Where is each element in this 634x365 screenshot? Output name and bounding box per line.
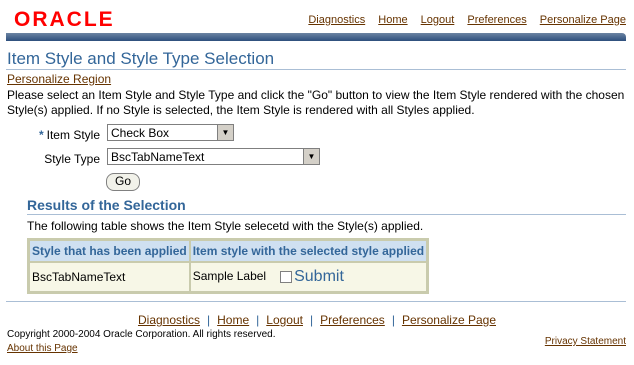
item-style-row: * Item Style Check Box ▼ xyxy=(0,124,634,142)
style-type-select[interactable]: BscTabNameText ▼ xyxy=(107,148,320,165)
global-link-preferences[interactable]: Preferences xyxy=(467,14,526,26)
footer-divider xyxy=(6,301,626,302)
footer-link-home[interactable]: Home xyxy=(217,313,249,327)
table-header-row: Style that has been applied Item style w… xyxy=(30,241,427,261)
results-table: Style that has been applied Item style w… xyxy=(27,238,430,294)
item-style-label: Item Style xyxy=(46,128,100,142)
footer-link-logout[interactable]: Logout xyxy=(266,313,303,327)
copyright-text: Copyright 2000-2004 Oracle Corporation. … xyxy=(7,329,276,340)
global-link-personalize-page[interactable]: Personalize Page xyxy=(540,14,626,26)
footer-link-preferences[interactable]: Preferences xyxy=(320,313,385,327)
column-header-style-applied: Style that has been applied xyxy=(30,241,189,261)
global-link-home[interactable]: Home xyxy=(378,14,407,26)
privacy-statement-link[interactable]: Privacy Statement xyxy=(545,336,626,348)
footer-separator: | xyxy=(256,313,260,327)
cell-item-style-sample: Sample Label Submit xyxy=(190,263,427,291)
dropdown-arrow-icon[interactable]: ▼ xyxy=(303,149,319,164)
header-bar xyxy=(6,33,626,41)
style-type-value: BscTabNameText xyxy=(111,150,205,164)
results-divider xyxy=(27,214,626,215)
personalize-region-link[interactable]: Personalize Region xyxy=(7,72,111,87)
results-heading: Results of the Selection xyxy=(27,197,186,213)
footer-link-personalize-page[interactable]: Personalize Page xyxy=(402,313,496,327)
dropdown-arrow-icon[interactable]: ▼ xyxy=(217,125,233,140)
results-description: The following table shows the Item Style… xyxy=(27,219,424,233)
column-header-item-style: Item style with the selected style appli… xyxy=(190,241,427,261)
checkbox[interactable] xyxy=(280,271,293,283)
instructions-text: Please select an Item Style and Style Ty… xyxy=(7,88,625,117)
oracle-logo: ORACLE xyxy=(14,8,115,31)
title-divider xyxy=(6,69,626,70)
item-style-label-wrap: * Item Style xyxy=(39,127,100,143)
style-type-row: Style Type BscTabNameText ▼ xyxy=(0,148,634,166)
footer-separator: | xyxy=(391,313,395,327)
footer-separator: | xyxy=(309,313,314,327)
footer-link-diagnostics[interactable]: Diagnostics xyxy=(138,313,200,327)
cell-style-name: BscTabNameText xyxy=(30,263,189,291)
footer-separator: | xyxy=(207,313,211,327)
item-style-value: Check Box xyxy=(111,126,170,140)
global-link-logout[interactable]: Logout xyxy=(421,14,455,26)
style-type-label: Style Type xyxy=(44,152,100,166)
global-links: Diagnostics Home Logout Preferences Pers… xyxy=(298,13,626,27)
submit-label[interactable]: Submit xyxy=(294,268,344,285)
about-page-link[interactable]: About this Page xyxy=(7,343,78,355)
sample-label: Sample Label xyxy=(192,269,267,284)
footer-links: Diagnostics | Home | Logout | Preferences | Pers… xyxy=(0,313,634,328)
go-button[interactable]: Go xyxy=(106,173,140,191)
required-icon: * xyxy=(38,128,44,142)
item-style-select[interactable]: Check Box ▼ xyxy=(107,124,234,141)
global-link-diagnostics[interactable]: Diagnostics xyxy=(308,14,365,26)
table-row: BscTabNameText Sample Label Submit xyxy=(30,263,427,291)
page-title: Item Style and Style Type Selection xyxy=(7,49,275,68)
